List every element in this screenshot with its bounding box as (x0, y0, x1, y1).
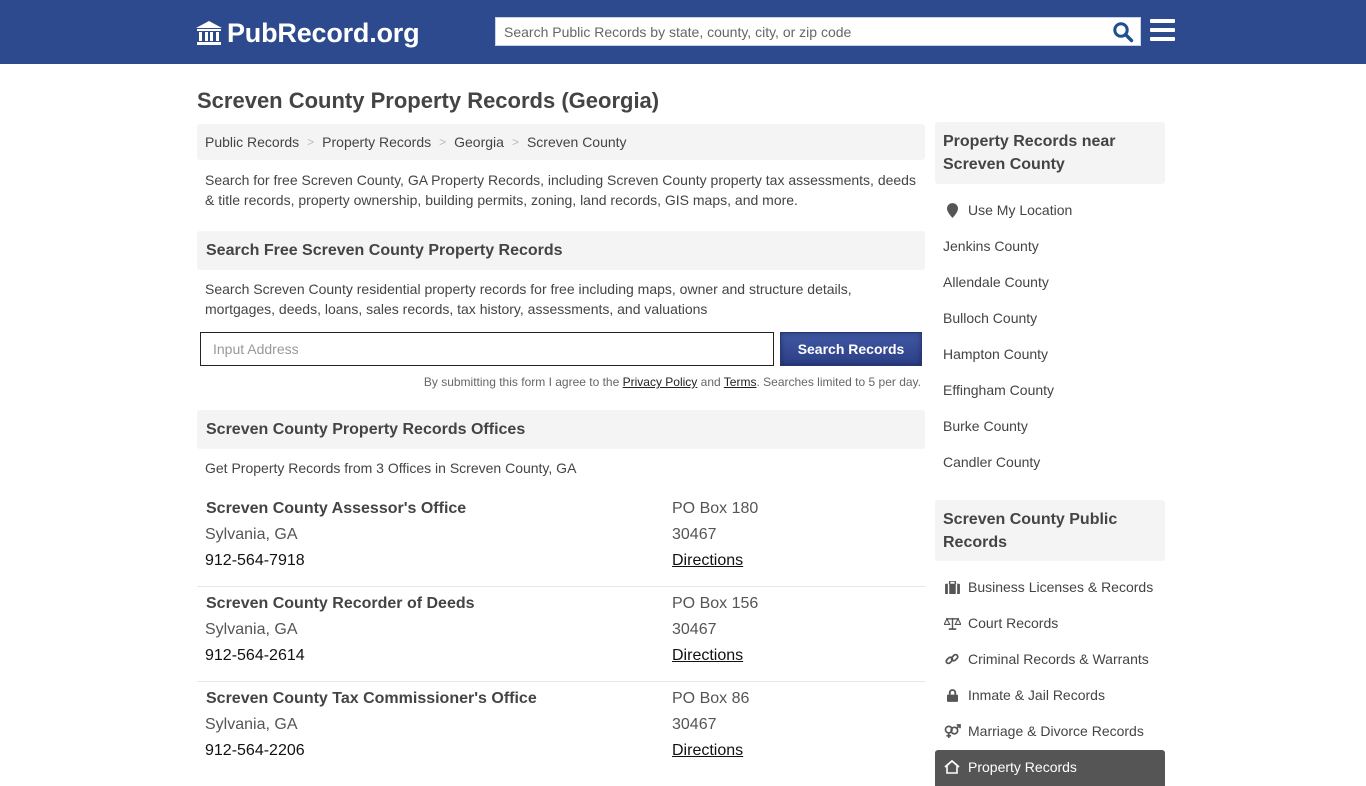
office-city: Sylvania, GA (205, 526, 298, 543)
sidebar-item-label: Business Licenses & Records (968, 579, 1154, 595)
home-icon (943, 759, 961, 775)
breadcrumb-screven-county[interactable]: Screven County (527, 134, 627, 150)
directions-link[interactable]: Directions (672, 552, 743, 570)
office-zip: 30467 (672, 716, 717, 733)
briefcase-icon (943, 579, 961, 595)
sidebar-item-criminal[interactable]: Criminal Records & Warrants (943, 651, 1149, 667)
office-zip: 30467 (672, 526, 717, 543)
office-name: Screven County Recorder of Deeds (206, 595, 475, 612)
address-input[interactable] (200, 332, 774, 366)
breadcrumb-georgia[interactable]: Georgia (454, 134, 504, 150)
nearby-county-link[interactable]: Jenkins County (943, 238, 1039, 254)
office-pobox: PO Box 156 (672, 595, 759, 612)
office-phone[interactable]: 912-564-7918 (205, 552, 305, 570)
breadcrumb: Public Records > Property Records > Geor… (197, 124, 925, 160)
disclaimer-suffix: . Searches limited to 5 per day. (756, 375, 921, 389)
office-city: Sylvania, GA (205, 716, 298, 733)
disclaimer-and: and (697, 375, 724, 389)
gender-icon (943, 723, 961, 739)
nearby-county-link[interactable]: Hampton County (943, 346, 1048, 362)
logo-text: PubRecord.org (227, 17, 420, 48)
sidebar-item-property[interactable]: Property Records (935, 750, 1165, 786)
offices-section-heading: Screven County Property Records Offices (197, 410, 925, 449)
site-logo[interactable]: PubRecord.org (195, 16, 420, 50)
link-icon (943, 651, 961, 667)
nearby-county-link[interactable]: Burke County (943, 418, 1028, 434)
search-button[interactable] (1112, 21, 1134, 43)
directions-link[interactable]: Directions (672, 647, 743, 665)
intro-text: Search for free Screven County, GA Prope… (205, 172, 916, 208)
menu-bar (1150, 28, 1175, 32)
directions-link[interactable]: Directions (672, 742, 743, 760)
nearby-county-link[interactable]: Bulloch County (943, 310, 1037, 326)
form-disclaimer: By submitting this form I agree to the P… (424, 375, 921, 389)
hamburger-menu-button[interactable] (1150, 19, 1176, 43)
offices-count: Get Property Records from 3 Offices in S… (205, 460, 577, 476)
office-name: Screven County Tax Commissioner's Office (206, 690, 537, 707)
office-item: Screven County Assessor's Office Sylvani… (197, 492, 925, 587)
courthouse-icon (196, 21, 222, 45)
nearby-county-link[interactable]: Effingham County (943, 382, 1054, 398)
search-section-heading: Search Free Screven County Property Reco… (197, 231, 925, 270)
search-records-button[interactable]: Search Records (780, 332, 922, 366)
scales-icon (943, 615, 961, 631)
office-zip: 30467 (672, 621, 717, 638)
office-item: Screven County Tax Commissioner's Office… (197, 682, 925, 777)
breadcrumb-separator: > (511, 135, 519, 149)
sidebar-item-inmate[interactable]: Inmate & Jail Records (943, 687, 1105, 703)
menu-bar (1150, 37, 1175, 41)
breadcrumb-property-records[interactable]: Property Records (322, 134, 431, 150)
nearby-heading: Property Records near Screven County (935, 122, 1165, 184)
sidebar-item-marriage[interactable]: Marriage & Divorce Records (943, 723, 1144, 739)
menu-bar (1150, 19, 1175, 23)
search-icon (1113, 22, 1134, 43)
office-city: Sylvania, GA (205, 621, 298, 638)
sidebar-item-label: Inmate & Jail Records (968, 687, 1105, 703)
use-my-location-label: Use My Location (968, 202, 1073, 218)
sidebar-item-court[interactable]: Court Records (943, 615, 1058, 631)
office-name: Screven County Assessor's Office (206, 500, 467, 517)
office-phone[interactable]: 912-564-2206 (205, 742, 305, 760)
sidebar-item-label: Criminal Records & Warrants (968, 651, 1149, 667)
office-item: Screven County Recorder of Deeds Sylvani… (197, 587, 925, 682)
site-search (495, 17, 1141, 46)
page-title: Screven County Property Records (Georgia… (197, 88, 660, 113)
sidebar-item-business[interactable]: Business Licenses & Records (943, 579, 1153, 595)
disclaimer-prefix: By submitting this form I agree to the (423, 375, 623, 389)
office-phone[interactable]: 912-564-2614 (205, 647, 305, 665)
office-pobox: PO Box 180 (672, 500, 759, 517)
lock-icon (943, 687, 961, 703)
sidebar-item-label: Marriage & Divorce Records (968, 723, 1144, 739)
nearby-county-link[interactable]: Allendale County (943, 274, 1049, 290)
map-marker-icon (943, 202, 961, 218)
office-pobox: PO Box 86 (672, 690, 750, 707)
top-navbar: PubRecord.org (0, 0, 1366, 64)
use-my-location-link[interactable]: Use My Location (943, 202, 1072, 218)
site-search-input[interactable] (496, 18, 1106, 45)
search-section-description: Search Screven County residential proper… (205, 281, 852, 317)
breadcrumb-public-records[interactable]: Public Records (205, 134, 299, 150)
breadcrumb-separator: > (307, 135, 315, 149)
sidebar-item-label: Property Records (968, 759, 1077, 775)
privacy-policy-link[interactable]: Privacy Policy (623, 375, 698, 389)
terms-link[interactable]: Terms (724, 375, 757, 389)
breadcrumb-separator: > (439, 135, 447, 149)
public-records-heading: Screven County Public Records (935, 500, 1165, 561)
sidebar-item-label: Court Records (968, 615, 1059, 631)
nearby-county-link[interactable]: Candler County (943, 454, 1040, 470)
